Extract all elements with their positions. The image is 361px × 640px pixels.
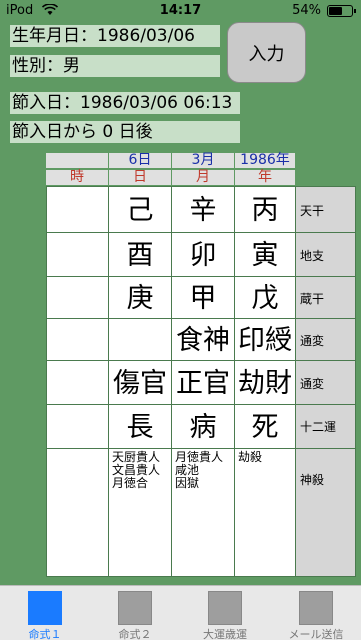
cell-month: 辛: [171, 186, 235, 234]
tab-square-icon: [299, 591, 333, 625]
cell-hour: [46, 232, 109, 278]
tab-square-icon: [208, 591, 242, 625]
cell-year: 印綬: [234, 318, 296, 362]
cell-hour: [46, 186, 109, 234]
row-label: 通変: [295, 360, 356, 406]
shinsatsu-hour: [46, 448, 109, 577]
shinsatsu-year: 劫殺: [234, 448, 296, 577]
shinsatsu-day: 天厨貴人 文昌貴人 月徳合: [108, 448, 172, 577]
shinsatsu-month: 月徳貴人 咸池 因獄: [171, 448, 235, 577]
tab-label: 大運歳運: [203, 628, 247, 640]
cell-year: 戊: [234, 276, 296, 320]
tab-label: 命式２: [118, 628, 152, 640]
tab-square-icon: [28, 591, 62, 625]
header-blank: [46, 153, 108, 168]
cell-year: 寅: [234, 232, 296, 278]
cell-hour: [46, 360, 109, 406]
col-month: 月: [172, 170, 234, 185]
tab-square-icon: [118, 591, 152, 625]
cell-year: 丙: [234, 186, 296, 234]
header-month: 3月: [172, 153, 234, 168]
cell-month: 甲: [171, 276, 235, 320]
col-year: 年: [235, 170, 295, 185]
cell-day: 酉: [108, 232, 172, 278]
cell-day: [108, 318, 172, 362]
row-label: 通変: [295, 318, 356, 362]
cell-month: 正官: [171, 360, 235, 406]
gender-field: 性別：男: [10, 55, 220, 77]
days-after-field: 節入日から 0 日後: [10, 121, 240, 143]
setsu-date-field: 節入日：1986/03/06 06:13: [10, 92, 240, 114]
header-year: 1986年: [235, 153, 295, 168]
cell-hour: [46, 276, 109, 320]
cell-day: 長: [108, 404, 172, 449]
status-bar: iPod 14:17 54%: [0, 0, 361, 22]
cell-day: 己: [108, 186, 172, 234]
row-label: 十二運: [295, 404, 356, 449]
birth-date-field: 生年月日：1986/03/06: [10, 25, 220, 47]
row-label: 神殺: [295, 448, 356, 577]
battery-percent: 54%: [292, 3, 321, 18]
tab-2[interactable]: 命式２: [90, 586, 180, 640]
tab-label: 命式１: [28, 628, 62, 640]
row-label: 蔵干: [295, 276, 356, 320]
row-label: 地支: [295, 232, 356, 278]
cell-month: 病: [171, 404, 235, 449]
battery-icon: [327, 5, 356, 17]
tab-3[interactable]: 大運歳運: [180, 586, 270, 640]
cell-month: 卯: [171, 232, 235, 278]
tab-bar: 命式１ 命式２ 大運歳運 メール送信: [0, 585, 361, 640]
col-hour: 時: [46, 170, 108, 185]
col-day: 日: [109, 170, 171, 185]
tab-1[interactable]: 命式１: [0, 586, 90, 640]
row-label: 天干: [295, 186, 356, 234]
tab-label: メール送信: [288, 628, 344, 640]
header-day: 6日: [109, 153, 171, 168]
cell-month: 食神: [171, 318, 235, 362]
cell-hour: [46, 318, 109, 362]
input-button[interactable]: 入力: [227, 22, 306, 83]
cell-year: 死: [234, 404, 296, 449]
tab-4[interactable]: メール送信: [271, 586, 361, 640]
cell-year: 劫財: [234, 360, 296, 406]
cell-hour: [46, 404, 109, 449]
cell-day: 庚: [108, 276, 172, 320]
cell-day: 傷官: [108, 360, 172, 406]
